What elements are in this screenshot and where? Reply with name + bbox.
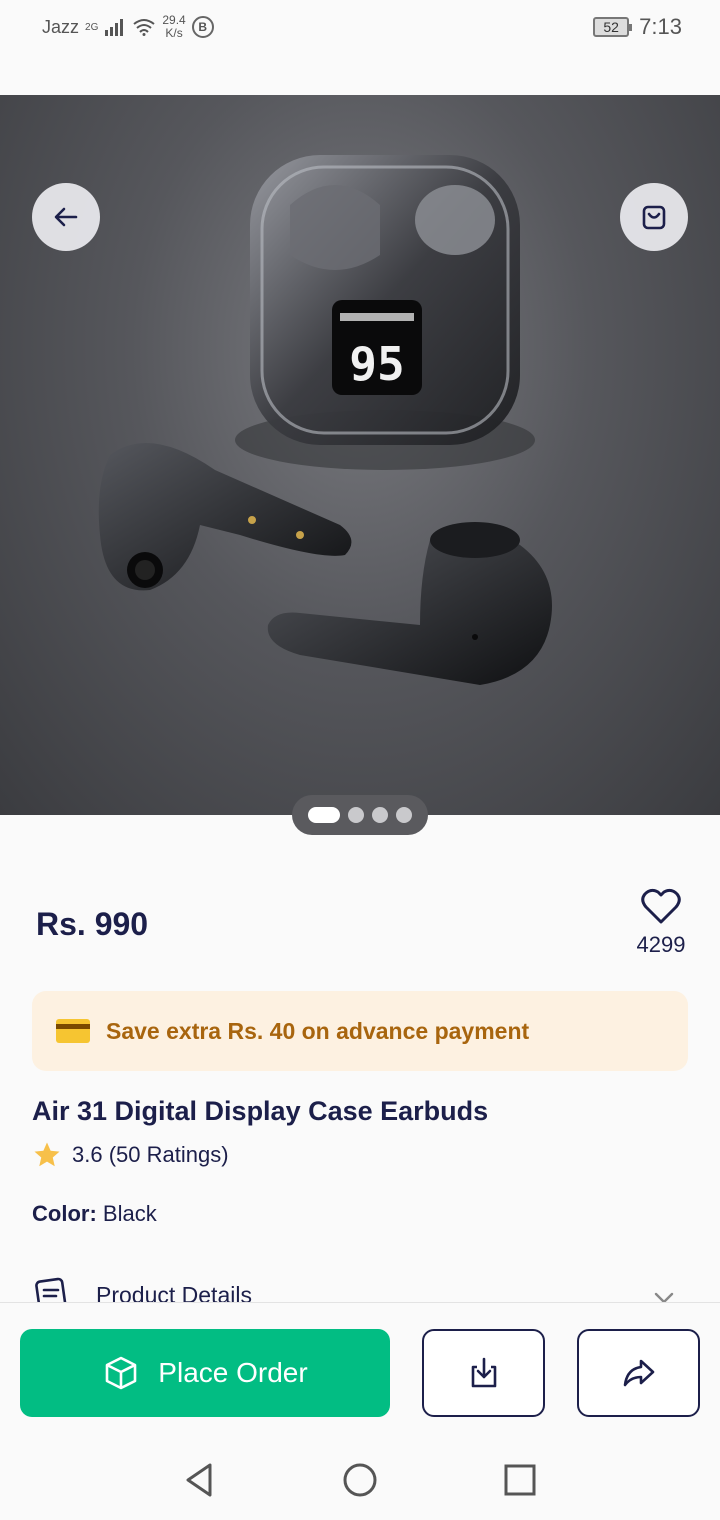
- system-nav-bar: [0, 1436, 720, 1520]
- earbuds-illustration: 95: [98, 155, 552, 685]
- download-button[interactable]: [422, 1329, 545, 1417]
- wishlist-button[interactable]: 4299: [628, 886, 694, 958]
- pagination-dot[interactable]: [396, 807, 412, 823]
- back-button[interactable]: [32, 183, 100, 251]
- product-price: Rs. 990: [36, 906, 149, 942]
- wishlist-count: 4299: [636, 932, 686, 957]
- b-badge-icon: B: [191, 16, 214, 38]
- status-right: 52 7:13: [593, 14, 682, 40]
- promo-text: Save extra Rs. 40 on advance payment: [106, 1017, 530, 1044]
- rating-text: 3.6 (50 Ratings): [72, 1142, 229, 1167]
- product-image[interactable]: 95: [0, 95, 720, 815]
- clock: 7:13: [639, 14, 682, 39]
- signal-icon: [105, 19, 124, 36]
- color-label: Color:: [32, 1201, 97, 1226]
- wifi-icon: [133, 19, 155, 36]
- document-icon: [35, 1277, 67, 1303]
- product-details-row[interactable]: Product Details: [32, 1276, 688, 1303]
- arrow-left-icon: [54, 207, 78, 227]
- heart-icon: [641, 888, 681, 924]
- rating-row[interactable]: 3.6 (50 Ratings): [32, 1140, 229, 1170]
- nav-back-icon[interactable]: [180, 1460, 220, 1500]
- case-display-digits: 95: [349, 337, 404, 391]
- place-order-button[interactable]: Place Order: [20, 1329, 390, 1417]
- place-order-label: Place Order: [158, 1357, 308, 1388]
- product-title: Air 31 Digital Display Case Earbuds: [32, 1096, 489, 1126]
- nav-recent-apps-icon[interactable]: [500, 1460, 540, 1500]
- cart-button[interactable]: [620, 183, 688, 251]
- speed-unit: K/s: [165, 26, 183, 40]
- status-bar: Jazz 2G 29.4 K/s B 52 7:13: [0, 0, 720, 56]
- share-icon: [623, 1359, 654, 1387]
- credit-card-icon: [56, 1019, 90, 1043]
- promo-banner: Save extra Rs. 40 on advance payment: [32, 991, 688, 1071]
- battery-icon: 52: [593, 17, 633, 37]
- nav-home-icon[interactable]: [340, 1460, 380, 1500]
- pagination-dot[interactable]: [372, 807, 388, 823]
- star-icon: [34, 1142, 60, 1167]
- network-type: 2G: [85, 21, 99, 33]
- pagination-dot-active[interactable]: [308, 807, 340, 823]
- product-details-label: Product Details: [96, 1282, 252, 1303]
- shopping-bag-icon: [642, 205, 666, 230]
- carrier-name: Jazz: [42, 16, 80, 37]
- box-icon: [105, 1356, 137, 1390]
- color-row: Color: Black: [32, 1201, 157, 1227]
- status-left: Jazz 2G 29.4 K/s B: [42, 14, 214, 40]
- image-pagination[interactable]: [292, 795, 428, 835]
- share-button[interactable]: [577, 1329, 700, 1417]
- pagination-dot[interactable]: [348, 807, 364, 823]
- color-value: Black: [102, 1201, 157, 1226]
- bottom-action-bar: Place Order: [0, 1302, 720, 1436]
- network-speed: 29.4 K/s: [162, 14, 185, 40]
- chevron-down-icon: [654, 1292, 674, 1303]
- download-icon: [471, 1357, 496, 1388]
